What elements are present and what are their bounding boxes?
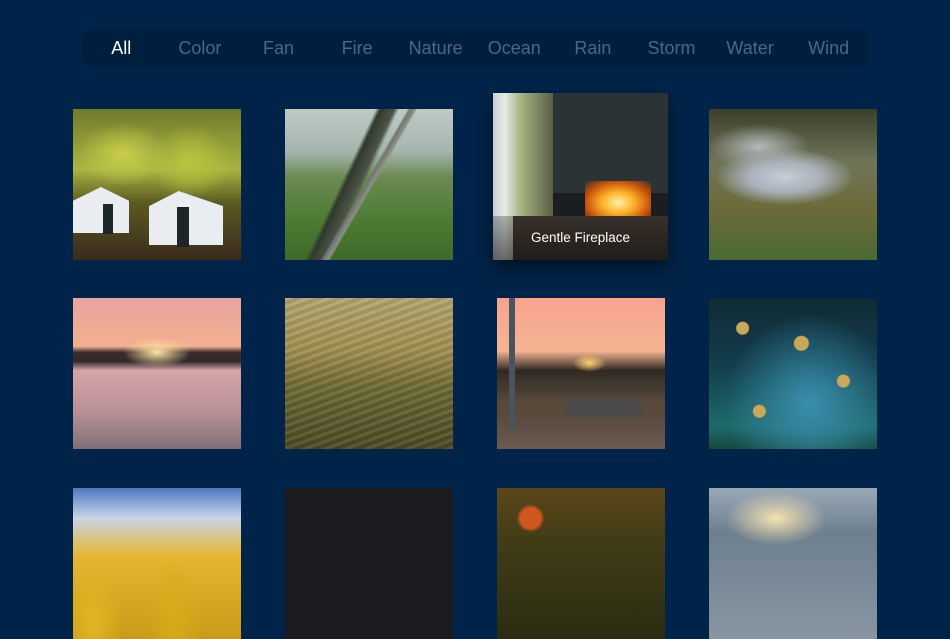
autumn-forest-thumbnail (497, 488, 665, 639)
railway-thumbnail (285, 109, 453, 260)
tile-title: Gentle Fireplace (493, 216, 668, 260)
scene-tile-clouds[interactable] (709, 488, 877, 639)
scene-tile-tents[interactable] (73, 109, 241, 260)
scene-tile-creek[interactable] (709, 109, 877, 260)
scene-tile-wind-grass[interactable] (285, 298, 453, 449)
scene-tile-night-sky[interactable] (285, 488, 453, 639)
scene-tile-fireplace[interactable]: Gentle Fireplace (493, 93, 668, 260)
wind-grass-thumbnail (285, 298, 453, 449)
creek-thumbnail (709, 109, 877, 260)
clouds-thumbnail (709, 488, 877, 639)
tents-thumbnail (73, 109, 241, 260)
scene-grid: Gentle Fireplace (0, 0, 950, 639)
rain-flowers-thumbnail (709, 298, 877, 449)
scene-tile-railway[interactable] (285, 109, 453, 260)
scene-tile-lake-sunset[interactable] (73, 298, 241, 449)
lake-sunset-thumbnail (73, 298, 241, 449)
scene-tile-bench-sunset[interactable] (497, 298, 665, 449)
bench-sunset-thumbnail (497, 298, 665, 449)
scene-tile-autumn-forest[interactable] (497, 488, 665, 639)
night-sky-thumbnail (285, 488, 453, 639)
aspens-thumbnail (73, 488, 241, 639)
scene-tile-rain-flowers[interactable] (709, 298, 877, 449)
scene-tile-aspens[interactable] (73, 488, 241, 639)
